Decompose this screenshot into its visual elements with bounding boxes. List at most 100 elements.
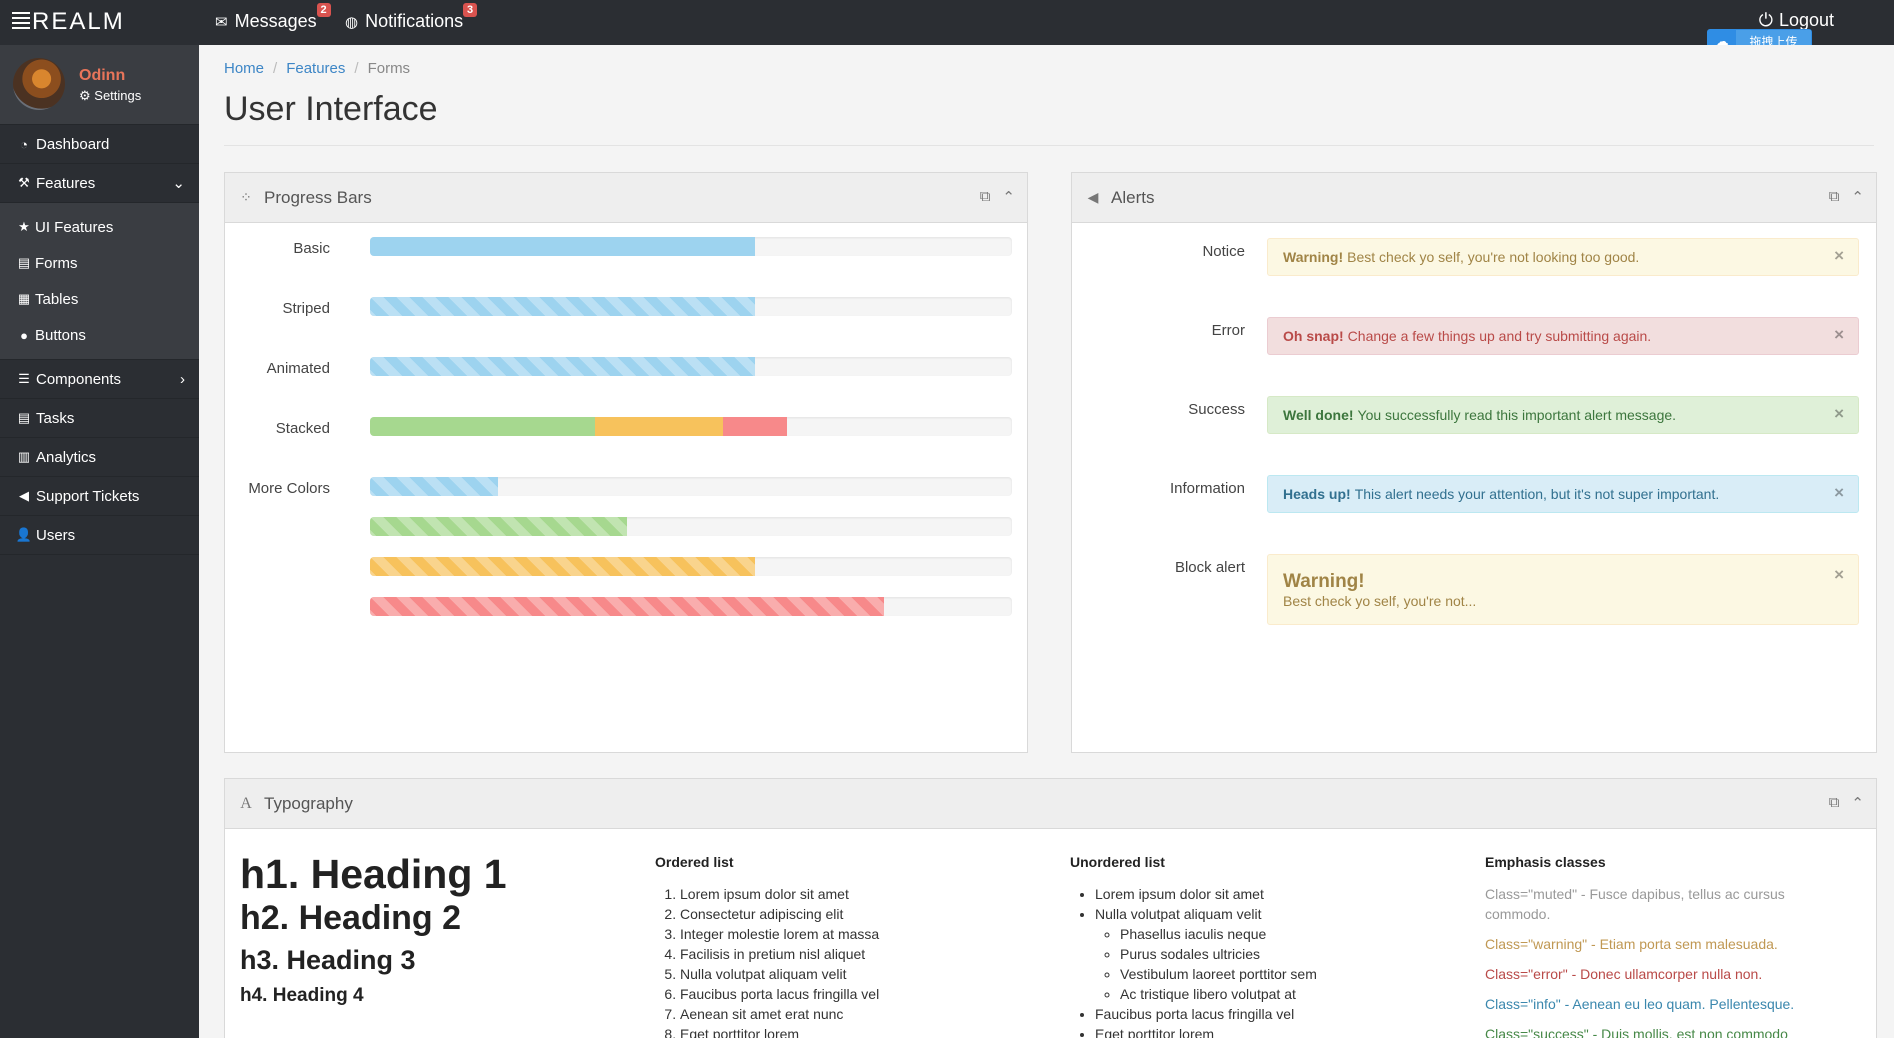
chevron-up-icon[interactable]: ⌃: [1851, 794, 1864, 812]
list-item: Faucibus porta lacus fringilla vel: [1095, 1004, 1450, 1024]
sidebar-item-analytics[interactable]: ▥ Analytics: [0, 438, 199, 477]
sidebar-item-label: Components: [36, 370, 122, 388]
sidebar-item-label: Buttons: [35, 326, 86, 344]
external-link-icon[interactable]: ⧉: [1829, 188, 1840, 206]
spinner-icon: ⁘: [240, 189, 252, 205]
alert-strong: Warning!: [1283, 249, 1344, 265]
panel-title: Typography: [264, 793, 353, 813]
sidebar-item-features[interactable]: ⚒ Features ⌄: [0, 164, 199, 203]
sidebar-item-ui-features[interactable]: ★ UI Features: [0, 209, 199, 245]
progress-fill: [370, 237, 756, 256]
sidebar-item-label: UI Features: [35, 218, 114, 236]
list-item: Lorem ipsum dolor sit amet: [680, 884, 1035, 904]
bullhorn-icon: ◀: [1087, 189, 1099, 205]
unordered-list-title: Unordered list: [1070, 854, 1165, 870]
ordered-list-title: Ordered list: [655, 854, 734, 870]
user-name[interactable]: Odinn: [79, 67, 125, 85]
notifications-label: Notifications: [365, 11, 464, 31]
breadcrumb-home[interactable]: Home: [224, 60, 264, 77]
alert-info: Heads up! This alert needs your attention…: [1267, 475, 1859, 513]
sidebar-item-label: Users: [36, 526, 76, 544]
list-item: Vestibulum laoreet porttitor sem: [1120, 964, 1450, 984]
emphasis-success: Class="success" - Duis mollis, est non c…: [1485, 1026, 1788, 1038]
table-icon: ▦: [17, 291, 31, 306]
progress-bar-basic: [370, 237, 1012, 256]
list-alt-icon: ▤: [17, 255, 31, 270]
progress-fill: [370, 517, 627, 536]
list-item: Phasellus iaculis neque: [1120, 924, 1450, 944]
progress-row-striped: Striped: [225, 300, 350, 317]
sidebar-item-label: Forms: [35, 254, 78, 272]
typography-panel: A Typography ⧉ ⌃ h1. Heading 1 h2. Headin…: [224, 778, 1877, 1038]
heading-4: h4. Heading 4: [240, 985, 364, 1006]
alert-text: Best check yo self, you're not looking t…: [1347, 249, 1640, 265]
list-item-text: Nulla volutpat aliquam velit: [1095, 906, 1262, 922]
sidebar-item-tasks[interactable]: ▤ Tasks: [0, 399, 199, 438]
panel-header: ⁘ Progress Bars ⧉ ⌃: [225, 173, 1027, 223]
alerts-panel: ◀ Alerts ⧉ ⌃ Notice Warning! Best check yo…: [1071, 172, 1877, 753]
unordered-list: Lorem ipsum dolor sit amet Nulla volutpa…: [1070, 884, 1450, 1038]
messages-link[interactable]: ✉ Messages 2: [215, 3, 331, 32]
close-icon[interactable]: ×: [1834, 404, 1844, 424]
dashboard-icon: ◔: [20, 136, 28, 152]
alert-text: You successfully read this important ale…: [1357, 407, 1677, 423]
user-profile: Odinn ⚙ Settings: [0, 45, 199, 125]
divider: [224, 145, 1874, 146]
progress-segment-success: [370, 417, 595, 436]
close-icon[interactable]: ×: [1834, 246, 1844, 266]
sidebar-item-label: Tasks: [36, 409, 75, 427]
chevron-up-icon[interactable]: ⌃: [1002, 188, 1015, 206]
breadcrumb-features[interactable]: Features: [286, 60, 345, 77]
progress-bar-striped: [370, 297, 1012, 316]
alert-success: Well done! You successfully read this imp…: [1267, 396, 1859, 434]
progress-label: Animated: [266, 360, 330, 377]
sidebar-item-tables[interactable]: ▦ Tables: [0, 281, 199, 317]
alert-text: Change a few things up and try submittin…: [1347, 328, 1652, 344]
progress-row-stacked: Stacked: [225, 420, 350, 437]
notifications-link[interactable]: ◍ Notifications 3: [345, 3, 478, 32]
chevron-up-icon[interactable]: ⌃: [1851, 188, 1864, 206]
power-icon: ⏻: [1758, 10, 1773, 30]
main-content: Home / Features / Forms User Interface ⁘ Pro…: [199, 45, 1894, 1038]
sidebar-item-users[interactable]: 👤 Users: [0, 516, 199, 555]
list-item: Faucibus porta lacus fringilla vel: [680, 984, 1035, 1004]
breadcrumb-separator: /: [273, 60, 278, 77]
list-item: Nulla volutpat aliquam velit: [680, 964, 1035, 984]
sidebar-item-forms[interactable]: ▤ Forms: [0, 245, 199, 281]
close-icon[interactable]: ×: [1834, 483, 1844, 503]
logout-link[interactable]: ⏻ Logout: [1759, 10, 1834, 31]
sidebar-item-buttons[interactable]: ● Buttons: [0, 317, 199, 353]
chevron-down-icon: ⌄: [172, 175, 185, 192]
logout-label: Logout: [1778, 10, 1834, 30]
close-icon[interactable]: ×: [1834, 325, 1844, 345]
alert-error: Oh snap! Change a few things up and try s…: [1267, 317, 1859, 355]
breadcrumb: Home / Features / Forms: [224, 60, 410, 77]
magic-wand-icon: ⚒: [18, 175, 30, 190]
features-submenu: ★ UI Features ▤ Forms ▦ Tables ● Buttons: [0, 203, 199, 360]
external-link-icon[interactable]: ⧉: [980, 188, 991, 206]
progress-bar-success: [370, 517, 1012, 536]
sidebar-item-components[interactable]: ☰ Components ›: [0, 360, 199, 399]
brand-logo[interactable]: REALM: [12, 8, 125, 36]
alert-label: Information: [1169, 480, 1245, 497]
avatar[interactable]: [13, 58, 65, 110]
external-link-icon[interactable]: ⧉: [1829, 794, 1840, 812]
sidebar-item-label: Support Tickets: [36, 487, 140, 505]
bullhorn-icon: ◀: [19, 488, 29, 503]
list-item: Lorem ipsum dolor sit amet: [1095, 884, 1450, 904]
sidebar-item-support-tickets[interactable]: ◀ Support Tickets: [0, 477, 199, 516]
notifications-count-badge: 3: [463, 3, 478, 17]
tasks-icon: ▤: [17, 410, 31, 425]
list-item: Ac tristique libero volutpat at: [1120, 984, 1450, 1004]
brand-name: REALM: [32, 8, 125, 35]
settings-link[interactable]: ⚙ Settings: [79, 88, 141, 104]
list-item: Facilisis in pretium nisl aliquet: [680, 944, 1035, 964]
globe-icon: ◍: [345, 13, 359, 31]
progress-label: Basic: [293, 240, 330, 257]
sidebar-item-dashboard[interactable]: ◔ Dashboard: [0, 125, 199, 164]
alert-text: This alert needs your attention, but it'…: [1354, 486, 1720, 502]
panel-title: Alerts: [1111, 187, 1155, 207]
close-icon[interactable]: ×: [1834, 565, 1844, 585]
progress-label: Striped: [282, 300, 330, 317]
alert-label: Error: [1211, 322, 1245, 339]
